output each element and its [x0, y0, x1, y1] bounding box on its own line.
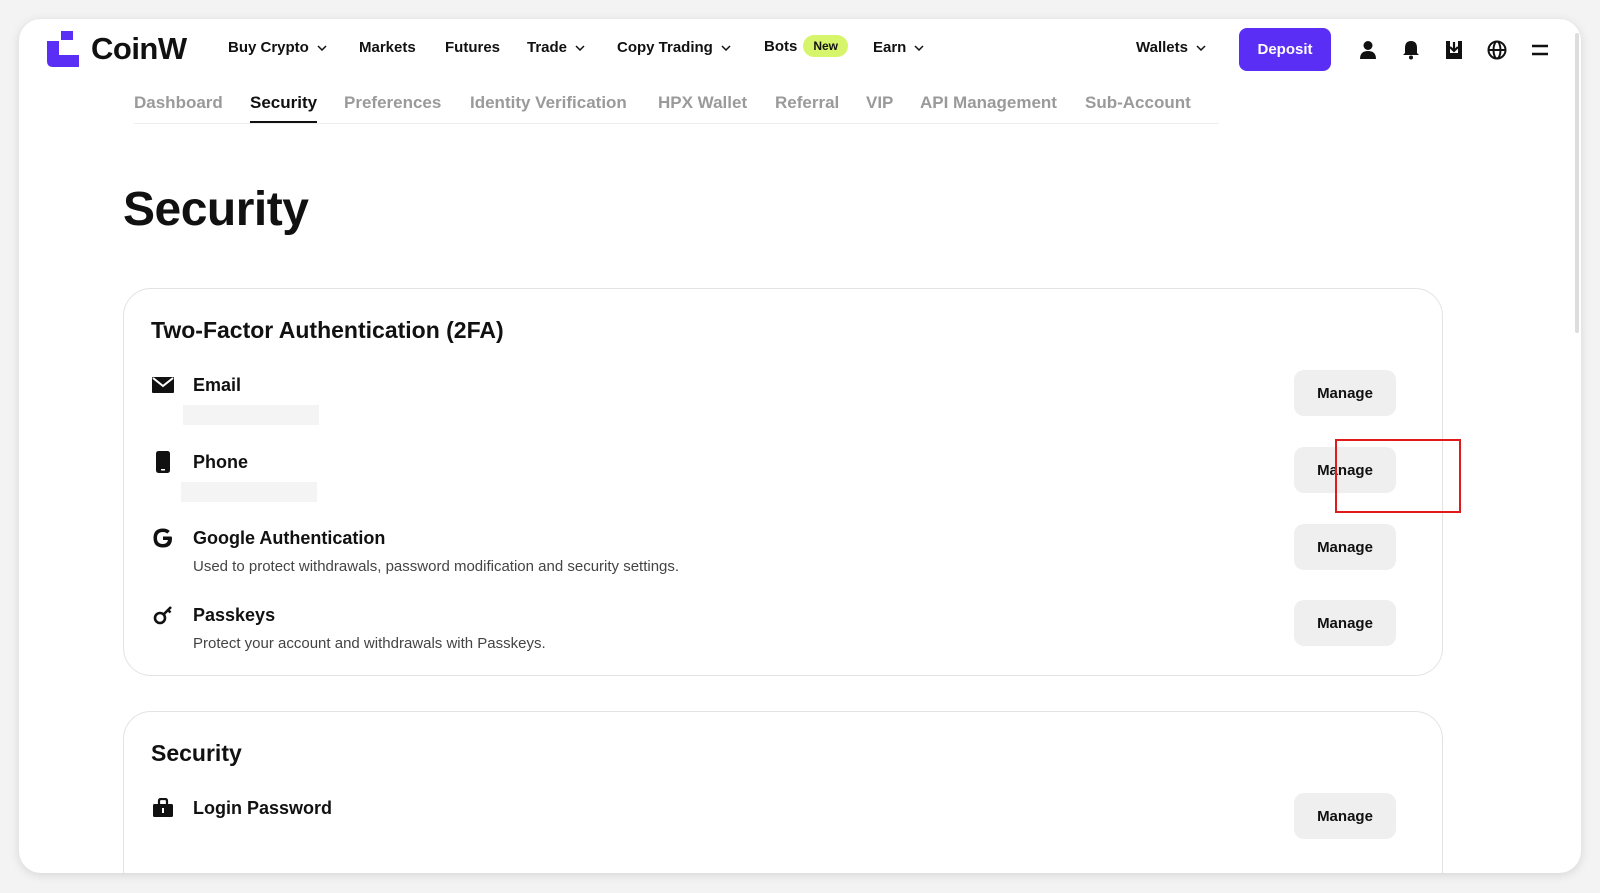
nav-bots[interactable]: Bots New [764, 35, 849, 57]
email-manage-button[interactable]: Manage [1294, 370, 1396, 416]
chevron-down-icon [721, 44, 731, 51]
card-title: Security [151, 740, 242, 766]
phone-manage-button[interactable]: Manage [1294, 447, 1396, 493]
tab-preferences[interactable]: Preferences [344, 93, 441, 121]
tab-vip[interactable]: VIP [866, 93, 893, 121]
two-factor-card: Two-Factor Authentication (2FA) Email Ma… [123, 288, 1443, 676]
deposit-button[interactable]: Deposit [1239, 28, 1331, 71]
passkeys-manage-button[interactable]: Manage [1294, 600, 1396, 646]
chevron-down-icon [575, 44, 585, 51]
nav-label: Copy Trading [617, 39, 713, 56]
tab-dashboard[interactable]: Dashboard [134, 93, 223, 121]
tab-api-management[interactable]: API Management [920, 93, 1057, 121]
nav-copy-trading[interactable]: Copy Trading [617, 39, 731, 56]
key-icon [151, 603, 175, 627]
card-title: Two-Factor Authentication (2FA) [151, 317, 504, 343]
masked-email-value [183, 405, 319, 425]
page-scrollbar[interactable] [1575, 33, 1579, 333]
menu-icon[interactable] [1529, 39, 1551, 61]
coinw-logo-icon [47, 31, 79, 67]
nav-label: Futures [445, 39, 501, 56]
nav-wallets[interactable]: Wallets [1136, 39, 1206, 56]
nav-label: Earn [873, 39, 907, 56]
chevron-down-icon [914, 44, 924, 51]
nav-label: Trade [527, 39, 568, 56]
nav-markets[interactable]: Markets [359, 39, 416, 56]
row-description: Protect your account and withdrawals wit… [193, 635, 546, 652]
nav-label: Buy Crypto [228, 39, 309, 56]
nav-futures[interactable]: Futures [445, 39, 500, 56]
row-label: Email [193, 375, 242, 395]
nav-trade[interactable]: Trade [527, 39, 585, 56]
row-label: Phone [193, 452, 249, 472]
row-label: Google Authentication [193, 528, 386, 548]
google-auth-manage-button[interactable]: Manage [1294, 524, 1396, 570]
brand-logo[interactable]: CoinW [47, 31, 187, 67]
tab-identity-verification[interactable]: Identity Verification [470, 93, 627, 121]
lock-icon [151, 796, 175, 820]
browser-window: CoinW Buy Crypto Markets Futures Trade C… [19, 19, 1581, 873]
page-title: Security [123, 183, 309, 236]
mail-icon [151, 373, 175, 397]
login-password-manage-button[interactable]: Manage [1294, 793, 1396, 839]
account-subtabs: Dashboard Security Preferences Identity … [134, 87, 1219, 124]
bell-icon[interactable] [1400, 39, 1422, 61]
download-icon[interactable] [1443, 39, 1465, 61]
masked-phone-value [181, 482, 317, 502]
tab-hpx-wallet[interactable]: HPX Wallet [658, 93, 747, 121]
new-badge: New [803, 35, 849, 57]
top-navigation: CoinW Buy Crypto Markets Futures Trade C… [19, 19, 1581, 81]
chevron-down-icon [1196, 44, 1206, 51]
chevron-down-icon [317, 44, 327, 51]
row-label: Login Password [193, 798, 333, 818]
tab-security[interactable]: Security [250, 93, 318, 123]
nav-earn[interactable]: Earn [873, 39, 924, 56]
nav-label: Markets [359, 39, 416, 56]
brand-name: CoinW [91, 31, 187, 66]
nav-label: Wallets [1136, 39, 1188, 56]
phone-icon [151, 450, 175, 474]
user-icon[interactable] [1357, 39, 1379, 61]
row-description: Used to protect withdrawals, password mo… [193, 558, 680, 575]
nav-label: Bots [764, 37, 798, 55]
row-label: Passkeys [193, 605, 276, 625]
security-card: Security Login Password Manage [123, 711, 1443, 873]
globe-icon[interactable] [1486, 39, 1508, 61]
nav-buy-crypto[interactable]: Buy Crypto [228, 39, 327, 56]
tab-referral[interactable]: Referral [775, 93, 839, 121]
tab-sub-account[interactable]: Sub-Account [1085, 93, 1191, 121]
google-icon [151, 526, 175, 550]
